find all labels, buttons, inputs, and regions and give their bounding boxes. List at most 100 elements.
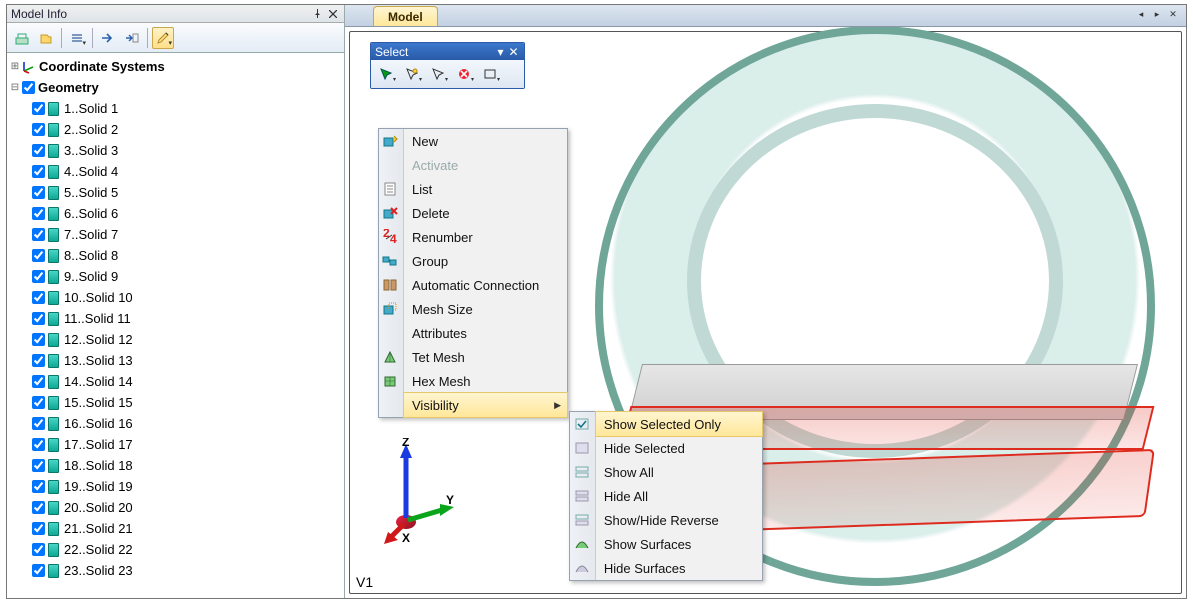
tree-node-solid[interactable]: 23..Solid 23	[9, 560, 340, 581]
solid-checkbox[interactable]	[32, 438, 45, 451]
tree-node-solid[interactable]: 7..Solid 7	[9, 224, 340, 245]
toolbar-btn-edit[interactable]: ▾	[152, 27, 174, 49]
context-menu: NewActivateListDelete24RenumberGroupAuto…	[378, 128, 568, 418]
submenu-item-show-all[interactable]: Show All	[596, 460, 762, 484]
tree-node-geometry[interactable]: ⊟ Geometry	[9, 77, 340, 98]
submenu-item-show-surfaces[interactable]: Show Surfaces	[596, 532, 762, 556]
collapse-icon[interactable]: ⊟	[9, 82, 21, 93]
tree-node-solid[interactable]: 19..Solid 19	[9, 476, 340, 497]
menu-item-hex-mesh[interactable]: Hex Mesh	[404, 369, 567, 393]
tree-node-solid[interactable]: 11..Solid 11	[9, 308, 340, 329]
close-icon[interactable]	[326, 7, 340, 21]
tree-node-solid[interactable]: 1..Solid 1	[9, 98, 340, 119]
menu-icon	[377, 393, 403, 417]
menu-item-attributes[interactable]: Attributes	[404, 321, 567, 345]
menu-item-renumber[interactable]: 24Renumber	[404, 225, 567, 249]
tree-node-solid[interactable]: 8..Solid 8	[9, 245, 340, 266]
solid-checkbox[interactable]	[32, 207, 45, 220]
solid-checkbox[interactable]	[32, 480, 45, 493]
select-toolbar-title[interactable]: Select ▾ ✕	[371, 43, 524, 60]
solid-checkbox[interactable]	[32, 165, 45, 178]
tree-node-solid[interactable]: 6..Solid 6	[9, 203, 340, 224]
solid-checkbox[interactable]	[32, 522, 45, 535]
select-clear[interactable]: ▾	[453, 64, 475, 84]
tab-model[interactable]: Model	[373, 6, 438, 26]
submenu-item-show-hide-reverse[interactable]: Show/Hide Reverse	[596, 508, 762, 532]
select-box[interactable]: ▾	[479, 64, 501, 84]
solid-checkbox[interactable]	[32, 102, 45, 115]
submenu-item-hide-all[interactable]: Hide All	[596, 484, 762, 508]
solid-checkbox[interactable]	[32, 564, 45, 577]
solid-checkbox[interactable]	[32, 291, 45, 304]
toolbar-btn-1[interactable]	[11, 27, 33, 49]
menu-item-new[interactable]: New	[404, 129, 567, 153]
viewport[interactable]: Select ▾ ✕ ▾ ▾ ▾ ▾ ▾	[345, 27, 1186, 598]
solid-checkbox[interactable]	[32, 417, 45, 430]
axis-triad[interactable]: Z Y X	[380, 438, 460, 548]
tree-node-solid[interactable]: 16..Solid 16	[9, 413, 340, 434]
select-toolbar-menu-icon[interactable]: ▾	[494, 45, 507, 59]
toolbar-btn-2[interactable]	[35, 27, 57, 49]
pin-icon[interactable]	[310, 7, 324, 21]
select-mode-3[interactable]: ▾	[427, 64, 449, 84]
solid-checkbox[interactable]	[32, 144, 45, 157]
select-mode-2[interactable]: ▾	[401, 64, 423, 84]
submenu-item-hide-selected[interactable]: Hide Selected	[596, 436, 762, 460]
tree-node-solid[interactable]: 2..Solid 2	[9, 119, 340, 140]
tree-node-coord-systems[interactable]: ⊞ Coordinate Systems	[9, 56, 340, 77]
submenu-item-show-selected-only[interactable]: Show Selected Only	[596, 412, 762, 436]
tree-node-solid[interactable]: 4..Solid 4	[9, 161, 340, 182]
tab-prev-icon[interactable]: ◂	[1134, 7, 1148, 21]
tree-node-solid[interactable]: 14..Solid 14	[9, 371, 340, 392]
expand-icon[interactable]: ⊞	[9, 61, 21, 72]
menu-item-mesh-size[interactable]: Mesh Size	[404, 297, 567, 321]
tree-node-solid[interactable]: 21..Solid 21	[9, 518, 340, 539]
solid-checkbox[interactable]	[32, 123, 45, 136]
menu-item-delete[interactable]: Delete	[404, 201, 567, 225]
tree-node-solid[interactable]: 18..Solid 18	[9, 455, 340, 476]
solid-checkbox[interactable]	[32, 396, 45, 409]
tree-node-solid[interactable]: 22..Solid 22	[9, 539, 340, 560]
solid-checkbox[interactable]	[32, 186, 45, 199]
menu-item-list[interactable]: List	[404, 177, 567, 201]
tree-node-solid[interactable]: 17..Solid 17	[9, 434, 340, 455]
solid-checkbox[interactable]	[32, 543, 45, 556]
solid-checkbox[interactable]	[32, 228, 45, 241]
toolbar-btn-4[interactable]	[97, 27, 119, 49]
solid-checkbox[interactable]	[32, 333, 45, 346]
solid-checkbox[interactable]	[32, 312, 45, 325]
submenu-item-hide-surfaces[interactable]: Hide Surfaces	[596, 556, 762, 580]
select-toolbar[interactable]: Select ▾ ✕ ▾ ▾ ▾ ▾ ▾	[370, 42, 525, 89]
tree-node-solid[interactable]: 5..Solid 5	[9, 182, 340, 203]
solid-checkbox[interactable]	[32, 270, 45, 283]
tree[interactable]: ⊞ Coordinate Systems ⊟ Geometry 1..Solid…	[7, 53, 344, 598]
solid-checkbox[interactable]	[32, 501, 45, 514]
select-mode-1[interactable]: ▾	[375, 64, 397, 84]
solid-checkbox[interactable]	[32, 459, 45, 472]
tree-node-solid[interactable]: 20..Solid 20	[9, 497, 340, 518]
solid-checkbox[interactable]	[32, 354, 45, 367]
geometry-checkbox[interactable]	[22, 81, 35, 94]
tab-close-icon[interactable]: ✕	[1166, 7, 1180, 21]
tree-node-solid[interactable]: 15..Solid 15	[9, 392, 340, 413]
menu-label: Show/Hide Reverse	[596, 513, 749, 528]
solid-checkbox[interactable]	[32, 249, 45, 262]
solid-label: 3..Solid 3	[64, 143, 118, 158]
toolbar-btn-3[interactable]: ▾	[66, 27, 88, 49]
tree-node-solid[interactable]: 10..Solid 10	[9, 287, 340, 308]
menu-item-group[interactable]: Group	[404, 249, 567, 273]
toolbar-btn-5[interactable]	[121, 27, 143, 49]
menu-item-visibility[interactable]: Visibility▶	[404, 393, 567, 417]
tab-next-icon[interactable]: ▸	[1150, 7, 1164, 21]
tree-node-solid[interactable]: 12..Solid 12	[9, 329, 340, 350]
tree-node-solid[interactable]: 3..Solid 3	[9, 140, 340, 161]
menu-label: Mesh Size	[404, 302, 503, 317]
menu-item-automatic-connection[interactable]: Automatic Connection	[404, 273, 567, 297]
menu-item-tet-mesh[interactable]: Tet Mesh	[404, 345, 567, 369]
tree-node-solid[interactable]: 9..Solid 9	[9, 266, 340, 287]
menu-icon	[377, 297, 403, 321]
tree-node-solid[interactable]: 13..Solid 13	[9, 350, 340, 371]
solid-checkbox[interactable]	[32, 375, 45, 388]
select-toolbar-close-icon[interactable]: ✕	[507, 45, 520, 59]
solid-label: 18..Solid 18	[64, 458, 133, 473]
